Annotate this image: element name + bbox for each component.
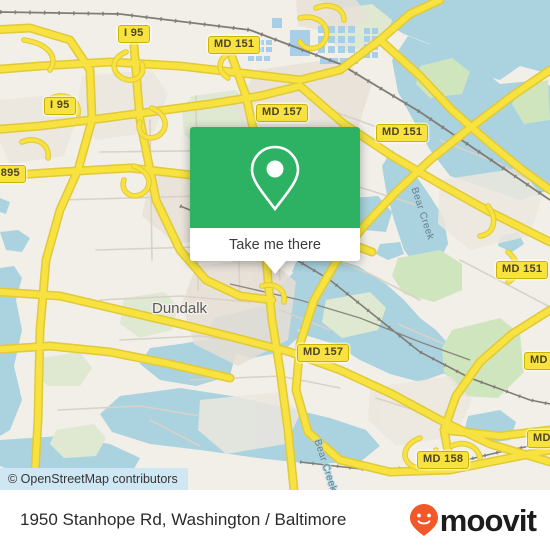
road-shield: MD 151 (208, 36, 261, 54)
popup-pointer (264, 261, 286, 274)
road-shield: I 95 (118, 25, 150, 43)
map-screenshot: I 95 MD 151 I 95 MD 157 MD 151 I 895 MD 151 MD … (0, 0, 550, 550)
road-shield: MD 151 (496, 261, 549, 279)
location-popup-card[interactable]: Take me there (190, 127, 360, 274)
moovit-wordmark: moovit (439, 502, 537, 538)
map-pin-icon (250, 145, 300, 211)
address-label: 1950 Stanhope Rd, Washington / Baltimore (20, 510, 347, 529)
road-shield: I 895 (0, 165, 26, 183)
road-shield: MD (524, 352, 550, 370)
place-label: Dundalk (152, 300, 208, 317)
osm-attribution[interactable]: © OpenStreetMap contributors (0, 468, 188, 490)
road-shield: MD 157 (256, 104, 309, 122)
road-shield: MD 157 (297, 344, 350, 362)
osm-attribution-text: © OpenStreetMap contributors (8, 472, 178, 486)
take-me-there-label: Take me there (229, 236, 321, 253)
moovit-logo[interactable]: moovit (409, 503, 550, 537)
popup-header (190, 127, 360, 228)
road-shield: MD 151 (376, 124, 429, 142)
popup-action-row[interactable]: Take me there (190, 228, 360, 261)
footer-bar: 1950 Stanhope Rd, Washington / Baltimore… (0, 490, 550, 550)
road-shield: MD 158 (417, 451, 470, 469)
road-shield: MD (527, 430, 550, 448)
map-canvas[interactable]: I 95 MD 151 I 95 MD 157 MD 151 I 895 MD 151 MD … (0, 0, 550, 490)
moovit-pin-icon (409, 504, 438, 536)
road-shield: I 95 (44, 97, 76, 115)
